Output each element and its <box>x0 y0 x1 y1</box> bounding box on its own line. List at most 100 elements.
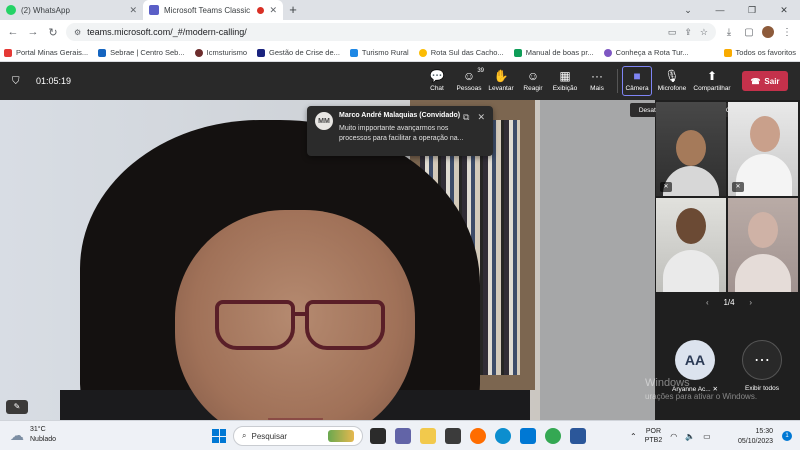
speaker-icon[interactable]: 🔈 <box>685 432 695 441</box>
minimize-icon[interactable]: — <box>704 5 736 15</box>
share-icon[interactable]: ⇪ <box>684 27 692 38</box>
bookmark-icon <box>4 48 12 57</box>
camera-button[interactable]: ■ Câmera <box>622 66 652 96</box>
chevron-right-icon[interactable]: › <box>749 298 752 307</box>
bookmark-item[interactable]: Sebrae | Centro Seb... <box>98 48 185 57</box>
windows-activation-watermark: Windows urações para ativar o Windows. <box>645 377 757 403</box>
participant-tile[interactable]: ✕ <box>728 102 798 196</box>
tab-whatsapp[interactable]: (2) WhatsApp ✕ <box>0 0 143 20</box>
clock-date: 05/10/2023 <box>738 438 774 445</box>
chevron-down-icon[interactable]: ⌄ <box>672 5 704 16</box>
smile-icon: ☺ <box>526 69 540 83</box>
task-view-icon[interactable] <box>370 428 386 444</box>
grid-icon: ▦ <box>559 69 571 83</box>
react-button[interactable]: ☺ Reagir <box>517 70 549 92</box>
shield-icon[interactable]: ⛉ <box>12 76 26 87</box>
file-explorer-icon[interactable] <box>420 428 436 444</box>
notification-badge[interactable]: 1 <box>782 431 792 441</box>
chrome-icon[interactable] <box>545 428 561 444</box>
mail-icon[interactable] <box>520 428 536 444</box>
search-highlight-image <box>328 430 354 442</box>
whatsapp-icon <box>6 5 16 15</box>
taskbar-clock[interactable]: 15:30 05/10/2023 <box>738 427 773 447</box>
participant-tile[interactable] <box>728 198 798 292</box>
word-icon[interactable] <box>570 428 586 444</box>
open-chat-icon[interactable]: ⧉ <box>463 112 469 123</box>
bookmarks-bar: Portal Minas Gerais... Sebrae | Centro S… <box>0 44 800 62</box>
close-icon[interactable]: ✕ <box>477 112 485 123</box>
chat-button[interactable]: 💬 Chat <box>421 70 453 92</box>
browser-toolbar: ← → ↻ ⚙ teams.microsoft.com/_#/modern-ca… <box>0 20 800 44</box>
bookmark-item[interactable]: Turismo Rural <box>349 48 409 57</box>
share-screen-icon: ⬆ <box>706 69 718 83</box>
meeting-timer: 01:05:19 <box>36 76 72 86</box>
back-icon[interactable]: ← <box>6 26 20 38</box>
profile-avatar[interactable] <box>762 26 774 38</box>
leave-button[interactable]: ☎ Sair <box>742 71 788 91</box>
site-info-icon[interactable]: ⚙ <box>74 28 81 37</box>
people-icon: ☺ <box>462 69 476 83</box>
bookmark-label: Turismo Rural <box>361 48 409 57</box>
firefox-icon[interactable] <box>470 428 486 444</box>
address-bar[interactable]: ⚙ teams.microsoft.com/_#/modern-calling/… <box>66 23 716 41</box>
participant-tile[interactable] <box>656 198 726 292</box>
forward-icon[interactable]: → <box>26 26 40 38</box>
share-button[interactable]: ⬆ Compartilhar <box>692 70 732 92</box>
chat-label: Chat <box>430 85 444 92</box>
camera-permission-icon[interactable]: ▭ <box>668 27 677 38</box>
people-button[interactable]: ☺ 39 Pessoas <box>453 68 485 92</box>
language-indicator[interactable]: POR PTB2 <box>645 427 663 445</box>
bookmark-item[interactable]: Icmsturismo <box>194 48 248 57</box>
view-button[interactable]: ▦ Exibição <box>549 70 581 92</box>
bookmark-item[interactable]: Gestão de Crise de... <box>257 48 340 57</box>
participant-head <box>748 212 778 248</box>
mic-muted-icon: ✕ <box>732 182 744 192</box>
close-window-icon[interactable]: ✕ <box>768 5 800 16</box>
notification-message: Muito impportante avançarmos nos process… <box>339 125 464 142</box>
chevron-up-icon[interactable]: ⌃ <box>630 432 637 441</box>
edge-icon[interactable] <box>495 428 511 444</box>
bookmark-label: Gestão de Crise de... <box>269 48 340 57</box>
maximize-icon[interactable]: ❐ <box>736 5 768 16</box>
participant-tile[interactable]: ✕ <box>656 102 726 196</box>
close-icon[interactable]: ✕ <box>129 5 137 16</box>
taskbar-search[interactable]: ⌕ Pesquisar <box>233 426 363 446</box>
participant-body <box>663 250 719 292</box>
bookmark-item[interactable]: Portal Minas Gerais... <box>4 48 88 57</box>
react-label: Reagir <box>523 85 543 92</box>
wifi-icon[interactable]: ◠ <box>670 432 677 441</box>
bookmark-star-icon[interactable]: ☆ <box>700 27 708 38</box>
weather-condition: Nublado <box>30 436 57 443</box>
bookmark-icon <box>98 48 107 57</box>
microphone-button[interactable]: 🎙 Microfone <box>652 70 692 92</box>
raise-hand-button[interactable]: ✋ Levantar <box>485 70 517 92</box>
pin-icon[interactable]: ✎ <box>6 400 28 414</box>
close-icon[interactable]: ✕ <box>269 5 277 16</box>
tab-search-icon[interactable]: ▢ <box>742 27 756 38</box>
menu-icon[interactable]: ⋮ <box>780 27 794 38</box>
chat-notification[interactable]: MM Marco André Malaquias (Convidado) Mui… <box>307 106 493 156</box>
store-icon[interactable] <box>445 428 461 444</box>
download-icon[interactable]: ⤓ <box>722 27 736 38</box>
more-button[interactable]: ··· Mais <box>581 70 613 92</box>
new-tab-button[interactable]: + <box>283 0 303 20</box>
all-bookmarks-button[interactable]: Todos os favoritos <box>723 48 796 57</box>
windows-start-icon[interactable] <box>212 429 226 443</box>
phone-icon: ☎ <box>750 76 761 86</box>
window-controls: ⌄ — ❐ ✕ <box>672 0 800 20</box>
chevron-left-icon[interactable]: ‹ <box>706 298 709 307</box>
cloud-icon: ☁ <box>10 426 24 443</box>
bookmark-icon <box>194 48 203 57</box>
participant-body <box>735 254 791 292</box>
tab-teams[interactable]: Microsoft Teams Classic ✕ <box>143 0 283 20</box>
teams-chat-icon[interactable] <box>395 428 411 444</box>
bookmark-item[interactable]: Conheça a Rota Tur... <box>603 48 689 57</box>
bookmark-item[interactable]: Rota Sul das Cacho... <box>418 48 504 57</box>
participant-body <box>663 166 719 196</box>
participant-head <box>676 208 706 244</box>
reload-icon[interactable]: ↻ <box>46 26 60 39</box>
weather-widget[interactable]: ☁ 31°C Nublado <box>10 425 56 445</box>
bookmark-item[interactable]: Manual de boas pr... <box>513 48 594 57</box>
battery-icon[interactable]: ▭ <box>703 432 711 441</box>
bookmark-label: Icmsturismo <box>206 48 248 57</box>
